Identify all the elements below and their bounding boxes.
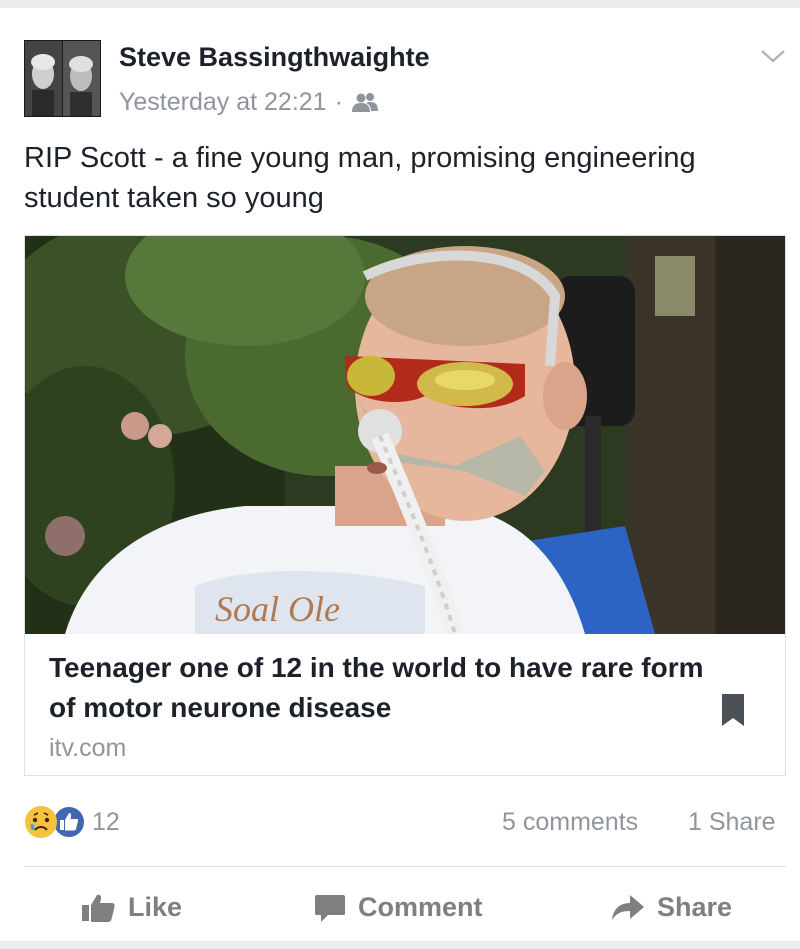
post-message: RIP Scott - a fine young man, promising … bbox=[24, 142, 696, 214]
share-arrow-icon bbox=[612, 894, 644, 920]
author-name[interactable]: Steve Bassingthwaighte bbox=[119, 42, 430, 73]
like-label: Like bbox=[128, 892, 183, 922]
link-domain: itv.com bbox=[49, 734, 127, 762]
thumbs-up-icon bbox=[82, 894, 115, 922]
share-label: Share bbox=[657, 892, 733, 922]
chevron-down-icon[interactable] bbox=[760, 48, 786, 64]
comments-count[interactable]: 5 comments bbox=[502, 808, 638, 837]
article-photo: Soal Ole bbox=[25, 236, 785, 634]
comment-icon bbox=[315, 894, 345, 922]
feed-post: Steve Bassingthwaighte Yesterday at 22:2… bbox=[0, 8, 800, 941]
share-button[interactable]: Share bbox=[611, 892, 732, 923]
post-meta: Yesterday at 22:21 · bbox=[119, 88, 379, 117]
link-title[interactable]: Teenager one of 12 in the world to have … bbox=[49, 648, 709, 728]
reactions-summary[interactable]: 12 bbox=[24, 805, 120, 839]
friends-icon[interactable] bbox=[351, 92, 379, 114]
feed-top-strip bbox=[0, 0, 800, 8]
feed-bottom-strip bbox=[0, 941, 800, 949]
shares-count[interactable]: 1 Share bbox=[688, 808, 776, 837]
avatar-photo bbox=[24, 40, 101, 117]
reactions-count: 12 bbox=[92, 807, 120, 836]
comment-label: Comment bbox=[358, 892, 483, 922]
link-preview-image[interactable]: Soal Ole bbox=[25, 236, 785, 634]
svg-text:Soal Ole: Soal Ole bbox=[215, 589, 340, 629]
bookmark-icon[interactable] bbox=[722, 694, 744, 726]
author-avatar[interactable] bbox=[24, 40, 101, 117]
like-button[interactable]: Like bbox=[82, 892, 182, 923]
post-timestamp[interactable]: Yesterday at 22:21 bbox=[119, 88, 327, 117]
actions-divider bbox=[24, 866, 786, 867]
sad-emoji-icon bbox=[25, 806, 57, 838]
link-preview-card[interactable]: Soal Ole Teenager one of 12 in the world… bbox=[24, 235, 786, 776]
comment-button[interactable]: Comment bbox=[314, 892, 483, 923]
meta-separator: · bbox=[334, 88, 343, 116]
